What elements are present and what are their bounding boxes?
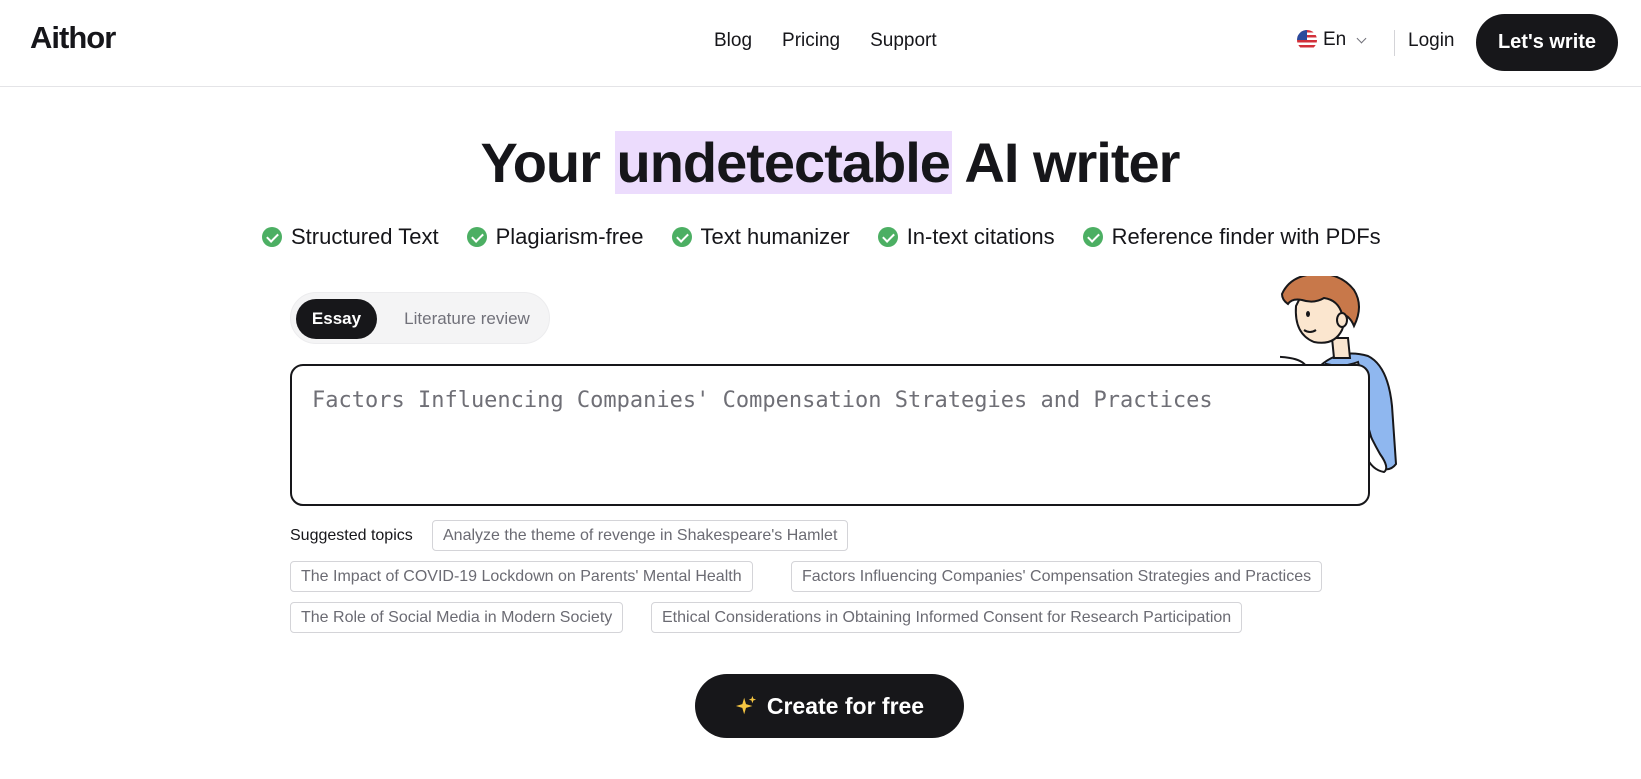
nav-support-link[interactable]: Support <box>870 30 937 52</box>
hero-title-highlight: undetectable <box>614 131 952 194</box>
check-circle-icon <box>671 227 692 247</box>
suggested-topic-chip[interactable]: Analyze the theme of revenge in Shakespe… <box>432 520 849 551</box>
feature-item: Structured Text <box>262 224 439 250</box>
suggested-topic-chip[interactable]: Ethical Considerations in Obtaining Info… <box>651 602 1243 633</box>
aithor-logo[interactable]: Aithor <box>30 20 116 56</box>
lets-write-button[interactable]: Let's write <box>1476 14 1618 71</box>
feature-label: Text humanizer <box>700 224 850 249</box>
create-button-label: Create for free <box>766 692 925 719</box>
create-for-free-button[interactable]: Create for free <box>695 674 964 738</box>
feature-list: Structured Text Plagiarism-free Text hum… <box>262 224 1381 250</box>
chevron-down-icon <box>1356 33 1367 43</box>
tab-essay[interactable]: Essay <box>296 299 377 339</box>
suggested-topic-chip[interactable]: The Impact of COVID-19 Lockdown on Paren… <box>290 561 753 592</box>
feature-label: In-text citations <box>906 224 1055 249</box>
suggested-topic-chip[interactable]: The Role of Social Media in Modern Socie… <box>290 602 624 633</box>
hero-title: Your undetectable AI writer <box>0 130 1641 195</box>
hero-title-start: Your <box>480 131 601 194</box>
login-link[interactable]: Login <box>1408 30 1455 52</box>
suggested-topic-chip[interactable]: Factors Influencing Companies' Compensat… <box>791 561 1323 592</box>
top-navbar: Aithor Blog Pricing Support En Login Let… <box>0 0 1641 87</box>
feature-item: Reference finder with PDFs <box>1082 224 1381 250</box>
check-circle-icon <box>466 227 487 247</box>
language-selector[interactable]: En <box>1297 29 1367 51</box>
check-circle-icon <box>877 227 898 247</box>
hero-title-end: AI writer <box>964 131 1180 194</box>
feature-label: Plagiarism-free <box>495 224 644 249</box>
feature-item: Text humanizer <box>671 224 850 250</box>
nav-blog-link[interactable]: Blog <box>714 30 752 52</box>
topic-input[interactable] <box>290 364 1370 506</box>
check-circle-icon <box>262 227 282 247</box>
feature-label: Structured Text <box>291 224 439 249</box>
check-circle-icon <box>1082 227 1103 247</box>
language-label: En <box>1323 29 1347 50</box>
feature-label: Reference finder with PDFs <box>1111 224 1381 249</box>
nav-pricing-link[interactable]: Pricing <box>782 30 840 52</box>
sparkle-icon <box>735 695 756 715</box>
tab-literature-review[interactable]: Literature review <box>387 299 547 339</box>
main-nav: Blog Pricing Support <box>714 30 937 52</box>
suggested-topics-label: Suggested topics <box>290 527 413 544</box>
feature-item: In-text citations <box>877 224 1055 250</box>
header-divider <box>1394 30 1395 56</box>
feature-item: Plagiarism-free <box>466 224 644 250</box>
mode-tabs: Essay Literature review <box>290 292 550 344</box>
us-flag-icon <box>1297 30 1317 50</box>
